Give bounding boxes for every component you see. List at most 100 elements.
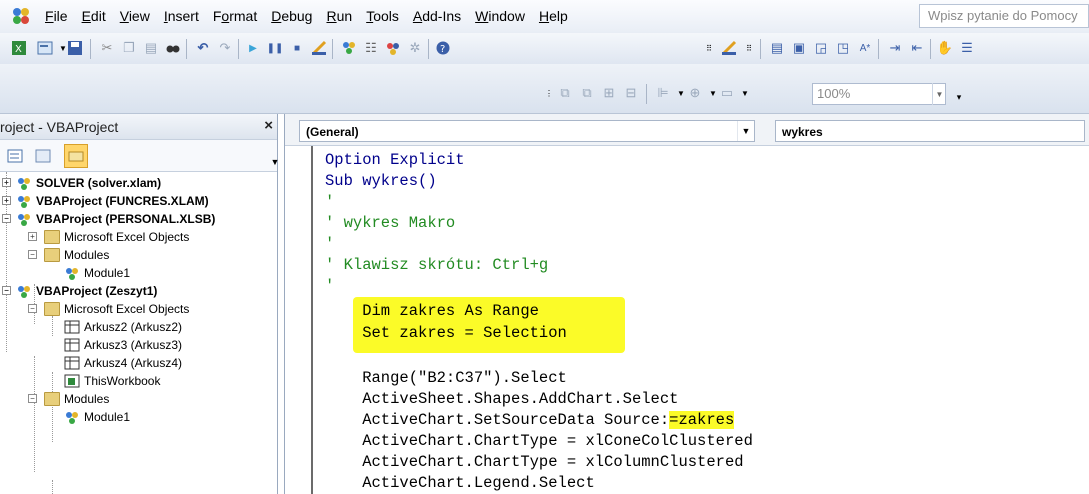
collapse-icon[interactable]: − — [28, 250, 37, 259]
workbook-icon — [64, 374, 80, 388]
procedure-combo[interactable]: wykres — [775, 120, 1085, 142]
worksheet-icon — [64, 320, 80, 334]
save-icon[interactable] — [66, 39, 84, 57]
size-dropdown-icon[interactable]: ▼ — [736, 84, 754, 102]
code-line: ' — [325, 277, 335, 295]
expand-icon[interactable]: + — [2, 196, 11, 205]
design-mode-icon[interactable] — [310, 39, 328, 57]
zoom-dropdown-icon[interactable]: ▼ — [932, 83, 946, 105]
center-icon[interactable]: ⊕ — [686, 84, 704, 102]
tree-label: Arkusz2 (Arkusz2) — [84, 320, 183, 334]
tree-node-excel-objects-2[interactable]: − Microsoft Excel Objects — [28, 300, 189, 318]
help-icon[interactable]: ? — [434, 39, 452, 57]
tree-label: ThisWorkbook — [84, 374, 161, 388]
object-browser-icon[interactable] — [384, 39, 402, 57]
collapse-icon[interactable]: − — [28, 394, 37, 403]
expand-icon[interactable]: + — [2, 178, 11, 187]
tree-label: Arkusz3 (Arkusz3) — [84, 338, 183, 352]
tree-node-funcres[interactable]: + VBAProject (FUNCRES.XLAM) — [0, 192, 209, 210]
bring-to-front-icon[interactable]: ⧉ — [556, 84, 574, 102]
tree-node-solver[interactable]: + SOLVER (solver.xlam) — [0, 174, 161, 192]
collapse-icon[interactable]: − — [28, 304, 37, 313]
code-line: ActiveChart.ChartType = xlConeColCluster… — [325, 432, 753, 450]
ungroup-icon[interactable]: ⊟ — [622, 84, 640, 102]
tree-node-module1[interactable]: Module1 — [64, 264, 130, 282]
toolbar-overflow-icon[interactable]: ⠿ — [700, 39, 718, 57]
quick-info-icon[interactable]: ◲ — [812, 39, 830, 57]
menu-window[interactable]: Window — [468, 8, 532, 24]
find-icon[interactable] — [164, 39, 182, 57]
collapse-icon[interactable]: − — [2, 286, 11, 295]
comment-block-icon[interactable]: ☰ — [958, 39, 976, 57]
complete-word-icon[interactable]: A* — [856, 39, 874, 57]
list-properties-icon[interactable]: ▤ — [768, 39, 786, 57]
help-search-input[interactable]: Wpisz pytanie do Pomocy — [919, 4, 1089, 28]
tree-node-arkusz4[interactable]: Arkusz4 (Arkusz4) — [64, 354, 182, 372]
folder-open-icon — [44, 302, 60, 316]
menu-add-ins[interactable]: Add-Ins — [406, 8, 468, 24]
list-constants-icon[interactable]: ▣ — [790, 39, 808, 57]
toggle-folders-icon[interactable] — [64, 144, 88, 168]
reset-icon[interactable]: ■ — [288, 39, 306, 57]
menu-insert[interactable]: Insert — [157, 8, 206, 24]
chevron-down-icon[interactable]: ▼ — [737, 121, 754, 141]
menu-help[interactable]: Help — [532, 8, 575, 24]
menu-file[interactable]: File — [38, 8, 75, 24]
menu-format[interactable]: Format — [206, 8, 264, 24]
margin-indicator-bar[interactable] — [285, 146, 313, 494]
paste-icon[interactable]: ▤ — [142, 39, 160, 57]
tree-node-personal[interactable]: − VBAProject (PERSONAL.XLSB) — [0, 210, 215, 228]
hand-icon[interactable]: ✋ — [936, 39, 954, 57]
excel-view-icon[interactable]: X — [10, 39, 28, 57]
properties-window-icon[interactable]: ☷ — [362, 39, 380, 57]
tree-node-excel-objects[interactable]: + Microsoft Excel Objects — [28, 228, 189, 246]
align-icon[interactable]: ⊫ — [654, 84, 672, 102]
tree-node-modules-2[interactable]: − Modules — [28, 390, 109, 408]
menu-tools[interactable]: Tools — [359, 8, 406, 24]
code-line-text: ActiveChart.SetSourceData Source: — [325, 411, 670, 429]
pane-options-icon[interactable]: ▼ — [266, 153, 284, 171]
code-line: ActiveSheet.Shapes.AddChart.Select — [325, 390, 679, 408]
group-icon[interactable]: ⊞ — [600, 84, 618, 102]
view-code-icon[interactable] — [6, 147, 24, 165]
menu-view[interactable]: View — [113, 8, 157, 24]
tree-node-arkusz2[interactable]: Arkusz2 (Arkusz2) — [64, 318, 182, 336]
collapse-icon[interactable]: − — [2, 214, 11, 223]
insert-userform-icon[interactable] — [36, 39, 54, 57]
expand-icon[interactable]: + — [28, 232, 37, 241]
toolbar-options-icon[interactable]: ▾ — [950, 88, 968, 106]
menu-debug[interactable]: Debug — [264, 8, 319, 24]
toggle-breakpoint-icon[interactable] — [720, 39, 738, 57]
project-explorer-icon[interactable] — [340, 39, 358, 57]
tree-label: VBAProject (FUNCRES.XLAM) — [36, 194, 209, 208]
toolbox-icon[interactable]: ✲ — [406, 39, 424, 57]
redo-icon[interactable]: ↷ — [216, 39, 234, 57]
code-line: ' Klawisz skrótu: Ctrl+g — [325, 256, 549, 274]
break-icon[interactable]: ❚❚ — [266, 39, 284, 57]
module-icon — [64, 266, 80, 280]
tree-node-module1-2[interactable]: Module1 — [64, 408, 130, 426]
outdent-icon[interactable]: ⇤ — [908, 39, 926, 57]
undo-icon[interactable]: ↶ — [194, 39, 212, 57]
menu-run[interactable]: Run — [319, 8, 359, 24]
send-to-back-icon[interactable]: ⧉ — [578, 84, 596, 102]
run-icon[interactable]: ▶ — [244, 39, 262, 57]
indent-icon[interactable]: ⇥ — [886, 39, 904, 57]
tree-node-modules[interactable]: − Modules — [28, 246, 109, 264]
make-same-size-icon[interactable]: ▭ — [718, 84, 736, 102]
tree-label: Microsoft Excel Objects — [64, 230, 190, 244]
code-combos: (General) ▼ wykres — [285, 114, 1089, 146]
tree-node-arkusz3[interactable]: Arkusz3 (Arkusz3) — [64, 336, 182, 354]
module-icon — [64, 410, 80, 424]
menu-edit[interactable]: Edit — [75, 8, 113, 24]
tree-node-thisworkbook[interactable]: ThisWorkbook — [64, 372, 160, 390]
cut-icon[interactable]: ✂ — [98, 39, 116, 57]
zoom-select[interactable]: 100% — [812, 83, 946, 105]
view-object-icon[interactable] — [34, 147, 52, 165]
parameter-info-icon[interactable]: ◳ — [834, 39, 852, 57]
tree-node-zeszyt1[interactable]: − VBAProject (Zeszyt1) — [0, 282, 157, 300]
toolbar-overflow-icon-2[interactable]: ⠿ — [740, 39, 758, 57]
copy-icon[interactable]: ❐ — [120, 39, 138, 57]
close-icon[interactable]: × — [264, 117, 273, 134]
object-combo[interactable]: (General) ▼ — [299, 120, 755, 142]
